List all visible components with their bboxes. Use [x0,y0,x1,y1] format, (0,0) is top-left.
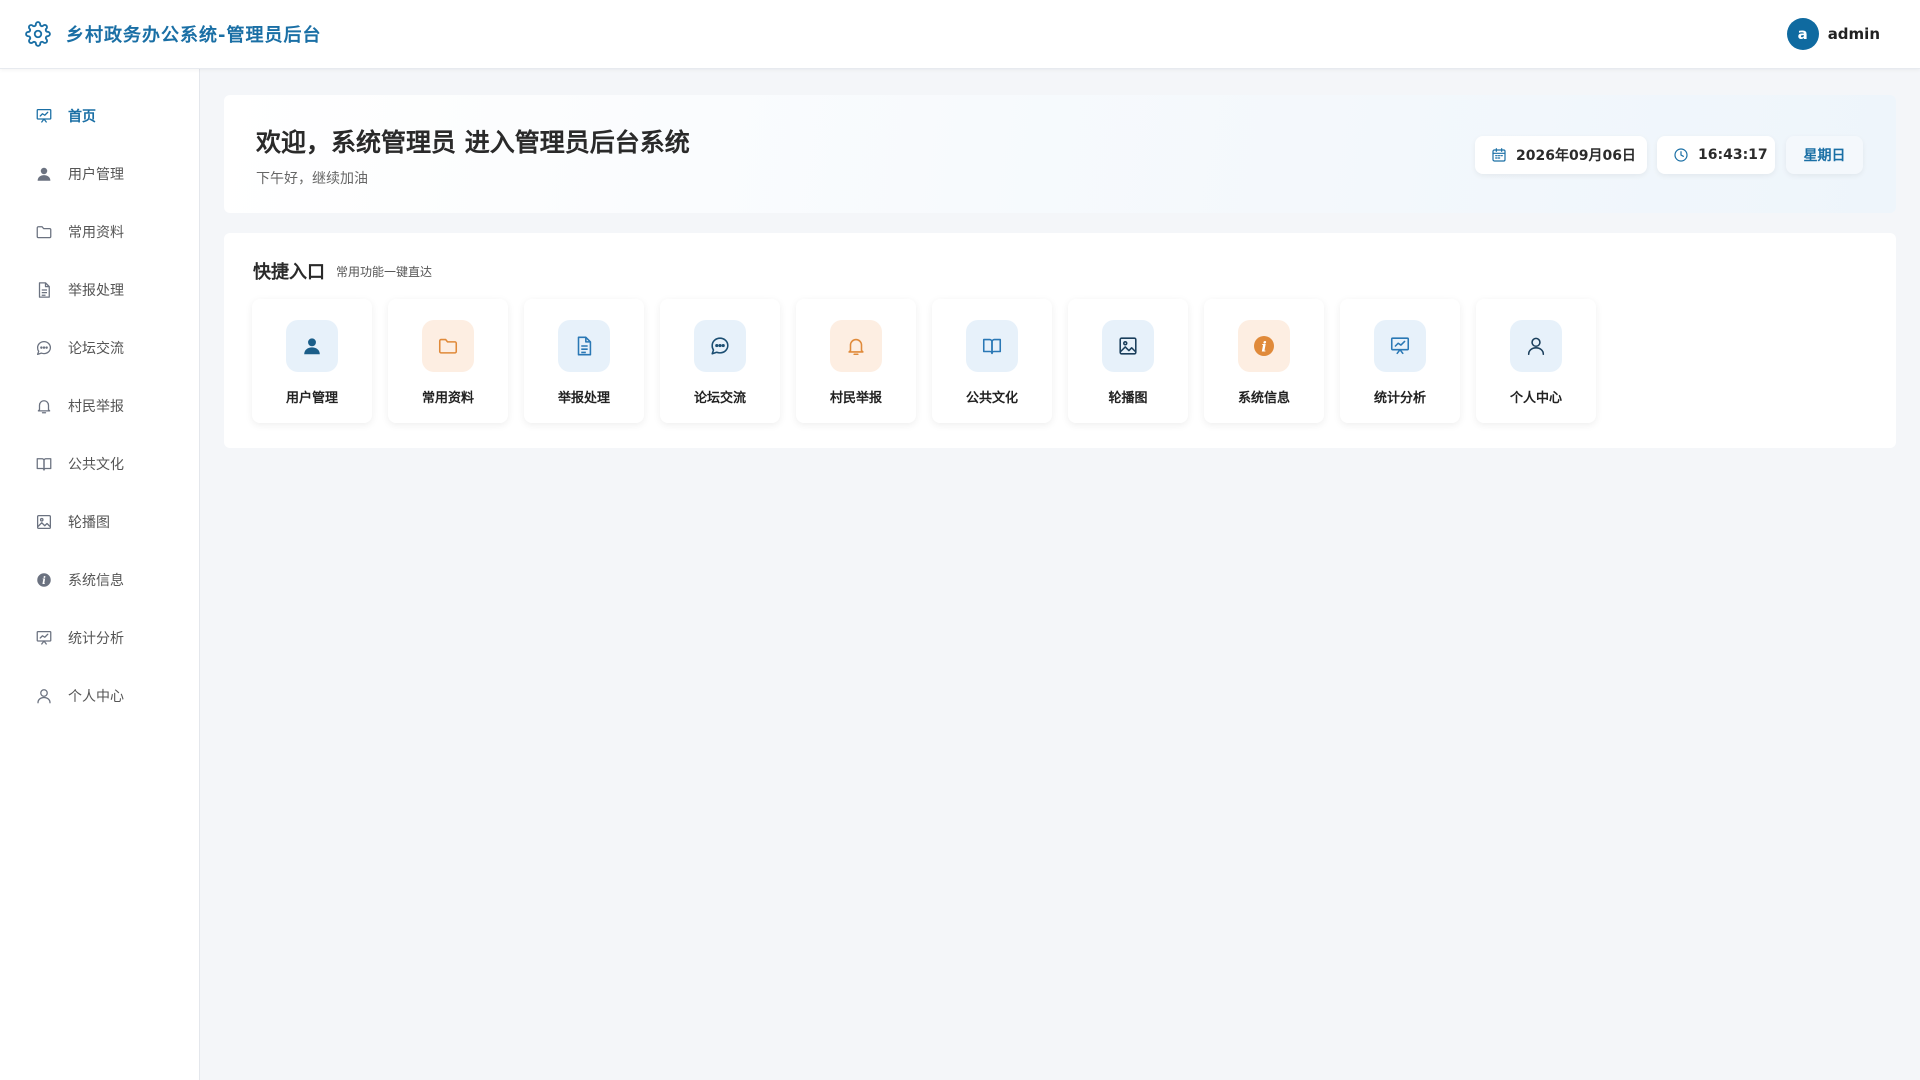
presentation-chart-icon [35,107,53,125]
quick-card-label: 用户管理 [285,391,338,406]
folder-icon [35,223,53,241]
sidebar-item-label: 论坛交流 [68,341,124,357]
sidebar-item-label: 用户管理 [68,167,124,183]
sidebar-item-label: 首页 [68,109,96,125]
document-icon [558,320,610,372]
image-icon [35,513,53,531]
current-time: 16:43:17 [1698,147,1768,163]
quick-card-label: 轮播图 [1108,391,1148,406]
quick-card-public-culture[interactable]: 公共文化 [932,299,1052,423]
sidebar-item-personal-center[interactable]: 个人中心 [0,674,199,718]
calendar-icon [1491,147,1507,163]
sidebar-item-label: 系统信息 [68,573,124,589]
sidebar-item-common-materials[interactable]: 常用资料 [0,210,199,254]
user-outline-icon [35,687,53,705]
image-icon [1102,320,1154,372]
sidebar-item-label: 轮播图 [68,515,110,531]
clock-icon [1673,147,1689,163]
quick-card-label: 统计分析 [1373,391,1426,406]
chat-icon [694,320,746,372]
quick-card-label: 公共文化 [965,391,1018,406]
sidebar-item-label: 公共文化 [68,457,124,473]
username[interactable]: admin [1828,25,1880,43]
sidebar-item-home[interactable]: 首页 [0,94,199,138]
bell-icon [830,320,882,372]
quick-card-label: 系统信息 [1237,391,1290,406]
sidebar-item-villager-reports[interactable]: 村民举报 [0,384,199,428]
quick-card-report-handling[interactable]: 举报处理 [524,299,644,423]
sidebar-item-carousel[interactable]: 轮播图 [0,500,199,544]
info-icon: i [35,571,53,589]
bell-icon [35,397,53,415]
info-icon: i [1238,320,1290,372]
sidebar-item-forum[interactable]: 论坛交流 [0,326,199,370]
sidebar-item-report-handling[interactable]: 举报处理 [0,268,199,312]
sidebar-item-label: 常用资料 [68,225,124,241]
chat-icon [35,339,53,357]
quick-card-label: 个人中心 [1509,391,1562,406]
sidebar-item-label: 统计分析 [68,631,124,647]
current-weekday: 星期日 [1803,148,1846,164]
sidebar: 首页 用户管理 常用资料 举报处理 论坛交流 村民举报 公共文化 轮播图 i 系… [0,69,200,1080]
sidebar-item-system-info[interactable]: i 系统信息 [0,558,199,602]
user-icon [286,320,338,372]
welcome-subtitle: 下午好，继续加油 [256,171,368,187]
quick-card-system-info[interactable]: i 系统信息 [1204,299,1324,423]
welcome-title: 欢迎，系统管理员 进入管理员后台系统 [256,128,690,157]
presentation-chart-icon [35,629,53,647]
quick-access-subtitle: 常用功能一键直达 [336,265,433,279]
top-bar: 乡村政务办公系统-管理员后台 a admin [0,0,1920,69]
quick-card-label: 常用资料 [421,391,474,406]
sidebar-item-label: 举报处理 [68,283,124,299]
folder-icon [422,320,474,372]
quick-card-common-materials[interactable]: 常用资料 [388,299,508,423]
weekday-chip: 星期日 [1786,136,1863,174]
welcome-banner: 欢迎，系统管理员 进入管理员后台系统 下午好，继续加油 2026年09月06日 … [224,95,1896,213]
book-icon [35,455,53,473]
quick-card-forum[interactable]: 论坛交流 [660,299,780,423]
date-chip: 2026年09月06日 [1475,136,1647,174]
quick-card-statistics[interactable]: 统计分析 [1340,299,1460,423]
brand: 乡村政务办公系统-管理员后台 [25,21,321,47]
user-outline-icon [1510,320,1562,372]
sidebar-item-public-culture[interactable]: 公共文化 [0,442,199,486]
book-icon [966,320,1018,372]
presentation-chart-icon [1374,320,1426,372]
quick-card-user-management[interactable]: 用户管理 [252,299,372,423]
svg-text:i: i [42,576,46,587]
quick-card-carousel[interactable]: 轮播图 [1068,299,1188,423]
quick-card-label: 论坛交流 [693,391,746,406]
user-menu[interactable]: a admin [1786,18,1880,50]
quick-card-label: 村民举报 [829,391,882,406]
sidebar-item-user-management[interactable]: 用户管理 [0,152,199,196]
app-title: 乡村政务办公系统-管理员后台 [66,25,322,46]
sidebar-item-label: 个人中心 [68,689,124,705]
avatar[interactable]: a [1786,18,1819,50]
sidebar-item-label: 村民举报 [68,399,124,415]
time-chip: 16:43:17 [1657,136,1775,174]
quick-card-label: 举报处理 [557,391,610,406]
quick-access-title: 快捷入口 [253,262,325,283]
quick-card-villager-reports[interactable]: 村民举报 [796,299,916,423]
quick-access-panel: 快捷入口 常用功能一键直达 用户管理 常用资料 举报处理 论坛交流 村民举报 公… [224,233,1896,448]
gear-icon[interactable] [25,21,51,47]
quick-card-personal-center[interactable]: 个人中心 [1476,299,1596,423]
svg-text:i: i [1261,340,1266,356]
current-date: 2026年09月06日 [1516,148,1636,164]
document-icon [35,281,53,299]
user-icon [35,165,53,183]
sidebar-item-statistics[interactable]: 统计分析 [0,616,199,660]
